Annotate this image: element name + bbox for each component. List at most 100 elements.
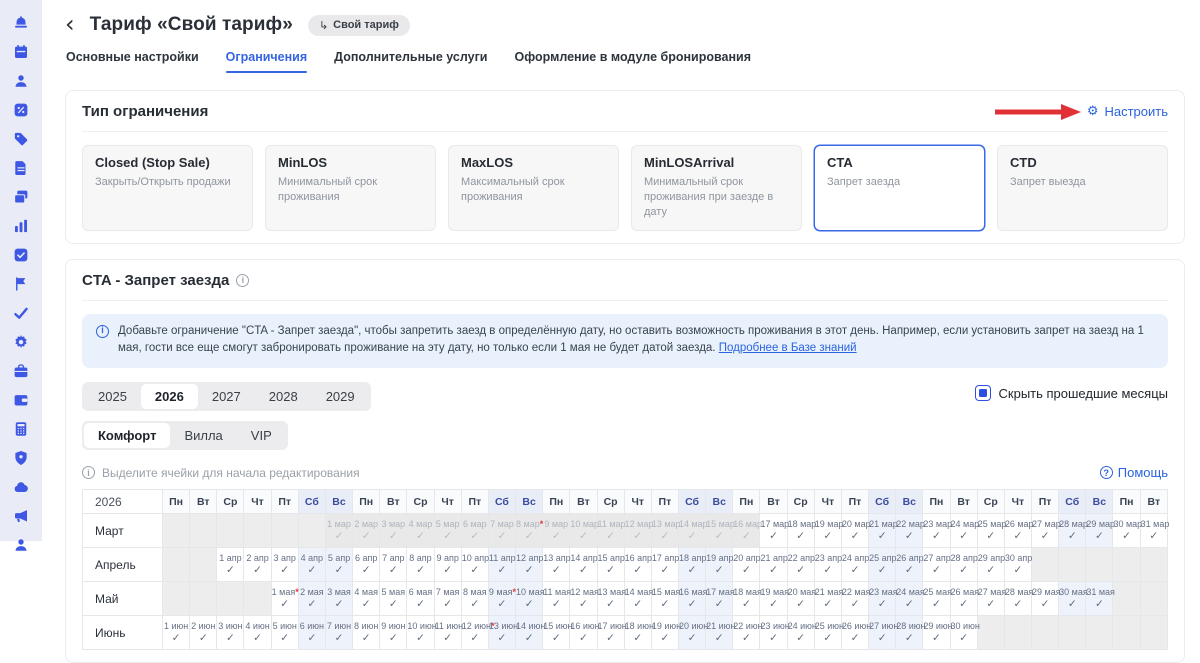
document-icon[interactable] bbox=[11, 158, 31, 178]
calendar-day-cell[interactable]: 3 июн✓ bbox=[217, 616, 244, 650]
calendar-day-cell[interactable]: 16 мар✓ bbox=[733, 514, 760, 548]
calendar-day-cell[interactable]: 14 июн✓ bbox=[516, 616, 543, 650]
megaphone-icon[interactable] bbox=[11, 506, 31, 526]
chart-icon[interactable] bbox=[11, 216, 31, 236]
calendar-day-cell[interactable]: 5 июн✓ bbox=[271, 616, 298, 650]
calendar-day-cell[interactable]: 23 июн✓ bbox=[760, 616, 787, 650]
room-tab-вилла[interactable]: Вилла bbox=[170, 423, 236, 448]
calendar-day-cell[interactable]: 13 апр✓ bbox=[543, 548, 570, 582]
calendar-day-cell[interactable]: 24 июн✓ bbox=[787, 616, 814, 650]
calendar-day-cell[interactable]: 29 июн✓ bbox=[923, 616, 950, 650]
calendar-day-cell[interactable]: 28 мая✓ bbox=[1004, 582, 1031, 616]
briefcase-icon[interactable] bbox=[11, 361, 31, 381]
calendar-day-cell[interactable]: 17 мар✓ bbox=[760, 514, 787, 548]
year-tab-2028[interactable]: 2028 bbox=[255, 384, 312, 409]
calendar-day-cell[interactable]: 10 апр✓ bbox=[461, 548, 488, 582]
calendar-day-cell[interactable]: 27 апр✓ bbox=[923, 548, 950, 582]
calendar-day-cell[interactable]: 2 мая✓ bbox=[298, 582, 325, 616]
calendar-day-cell[interactable]: 15 мая✓ bbox=[651, 582, 678, 616]
calendar-day-cell[interactable]: 31 мая✓ bbox=[1086, 582, 1113, 616]
calendar-day-cell[interactable]: 9 июн✓ bbox=[380, 616, 407, 650]
calendar-day-cell[interactable]: 5 мая✓ bbox=[380, 582, 407, 616]
calendar-day-cell[interactable]: 22 мая✓ bbox=[841, 582, 868, 616]
calendar-day-cell[interactable]: 29 апр✓ bbox=[977, 548, 1004, 582]
calendar-day-cell[interactable]: 7 мар✓ bbox=[488, 514, 515, 548]
calendar-day-cell[interactable]: 19 мая✓ bbox=[760, 582, 787, 616]
calendar-day-cell[interactable]: 25 июн✓ bbox=[814, 616, 841, 650]
tag-icon[interactable] bbox=[11, 129, 31, 149]
knowledge-base-link[interactable]: Подробнее в Базе знаний bbox=[719, 342, 857, 354]
calendar-day-cell[interactable]: 22 апр✓ bbox=[787, 548, 814, 582]
calendar-day-cell[interactable]: 5 мар✓ bbox=[434, 514, 461, 548]
calendar-day-cell[interactable]: 3 мар✓ bbox=[380, 514, 407, 548]
calendar-day-cell[interactable]: 3 мая✓ bbox=[325, 582, 352, 616]
calendar-day-cell[interactable]: 11 мар✓ bbox=[597, 514, 624, 548]
calendar-day-cell[interactable]: 25 апр✓ bbox=[869, 548, 896, 582]
calendar-day-cell[interactable]: 12 мая✓ bbox=[570, 582, 597, 616]
calendar-day-cell[interactable]: 26 мая✓ bbox=[950, 582, 977, 616]
calendar-day-cell[interactable]: 26 июн✓ bbox=[841, 616, 868, 650]
calendar-day-cell[interactable]: 17 июн✓ bbox=[597, 616, 624, 650]
calendar-day-cell[interactable]: 22 июн✓ bbox=[733, 616, 760, 650]
calendar-day-cell[interactable]: 16 апр✓ bbox=[624, 548, 651, 582]
calendar-day-cell[interactable]: 13 мар✓ bbox=[651, 514, 678, 548]
calendar-day-cell[interactable]: 25 мар✓ bbox=[977, 514, 1004, 548]
calendar-day-cell[interactable]: 19 апр✓ bbox=[706, 548, 733, 582]
calendar-day-cell[interactable]: 8 мая✓ bbox=[461, 582, 488, 616]
room-tab-vip[interactable]: VIP bbox=[237, 423, 286, 448]
calendar-day-cell[interactable]: 18 мая✓ bbox=[733, 582, 760, 616]
calendar-day-cell[interactable]: 3 апр✓ bbox=[271, 548, 298, 582]
calendar-day-cell[interactable]: 30 мар✓ bbox=[1113, 514, 1140, 548]
calendar-day-cell[interactable]: 15 апр✓ bbox=[597, 548, 624, 582]
calendar-day-cell[interactable]: 20 июн✓ bbox=[678, 616, 705, 650]
room-tab-комфорт[interactable]: Комфорт bbox=[84, 423, 170, 448]
calendar-day-cell[interactable]: 23 мар✓ bbox=[923, 514, 950, 548]
calendar-day-cell[interactable]: 30 июн✓ bbox=[950, 616, 977, 650]
restriction-card-ctd[interactable]: CTDЗапрет выезда bbox=[997, 145, 1168, 231]
calendar-day-cell[interactable]: 30 мая✓ bbox=[1059, 582, 1086, 616]
calendar-day-cell[interactable]: 14 мая✓ bbox=[624, 582, 651, 616]
calendar-day-cell[interactable]: 14 мар✓ bbox=[678, 514, 705, 548]
back-chevron-icon[interactable]: ‹ bbox=[65, 14, 75, 34]
calendar-day-cell[interactable]: 25 мая✓ bbox=[923, 582, 950, 616]
calendar-day-cell[interactable]: 28 июн✓ bbox=[896, 616, 923, 650]
tab-оформление[interactable]: Оформление в модуле бронирования bbox=[514, 50, 751, 73]
calendar-day-cell[interactable]: 27 мар✓ bbox=[1032, 514, 1059, 548]
cloud-icon[interactable] bbox=[11, 477, 31, 497]
calendar-day-cell[interactable]: 1 мар✓ bbox=[325, 514, 352, 548]
calendar-day-cell[interactable]: 9 апр✓ bbox=[434, 548, 461, 582]
calendar-day-cell[interactable]: 21 мая✓ bbox=[814, 582, 841, 616]
calendar-day-cell[interactable]: 11 мая✓ bbox=[543, 582, 570, 616]
calendar-day-cell[interactable]: 24 мая✓ bbox=[896, 582, 923, 616]
calendar-day-cell[interactable]: 17 мая✓ bbox=[706, 582, 733, 616]
calculator-icon[interactable] bbox=[11, 419, 31, 439]
calendar-day-cell[interactable]: 2 июн✓ bbox=[190, 616, 217, 650]
calendar-day-cell[interactable]: 27 июн✓ bbox=[869, 616, 896, 650]
restriction-card-closed[interactable]: Closed (Stop Sale)Закрыть/Открыть продаж… bbox=[82, 145, 253, 231]
calendar-day-cell[interactable]: 28 апр✓ bbox=[950, 548, 977, 582]
calendar-day-cell[interactable]: 29 мая✓ bbox=[1032, 582, 1059, 616]
calendar-day-cell[interactable]: 14 апр✓ bbox=[570, 548, 597, 582]
calendar-day-cell[interactable]: 6 мар✓ bbox=[461, 514, 488, 548]
calendar-day-cell[interactable]: 22 мар✓ bbox=[896, 514, 923, 548]
calendar-day-cell[interactable]: 6 апр✓ bbox=[353, 548, 380, 582]
cards-icon[interactable] bbox=[11, 187, 31, 207]
calendar-day-cell[interactable]: 12 июн*✓ bbox=[461, 616, 488, 650]
calendar-day-cell[interactable]: 23 мая✓ bbox=[869, 582, 896, 616]
calendar-day-cell[interactable]: 18 июн✓ bbox=[624, 616, 651, 650]
calendar-day-cell[interactable]: 19 мар✓ bbox=[814, 514, 841, 548]
calendar-day-cell[interactable]: 26 апр✓ bbox=[896, 548, 923, 582]
calendar-day-cell[interactable]: 4 мар✓ bbox=[407, 514, 434, 548]
calendar-day-cell[interactable]: 17 апр✓ bbox=[651, 548, 678, 582]
info-icon[interactable]: i bbox=[236, 274, 249, 287]
calendar-day-cell[interactable]: 23 апр✓ bbox=[814, 548, 841, 582]
calendar-day-cell[interactable]: 29 мар✓ bbox=[1086, 514, 1113, 548]
calendar-day-cell[interactable]: 21 апр✓ bbox=[760, 548, 787, 582]
calendar-day-cell[interactable]: 8 июн✓ bbox=[353, 616, 380, 650]
calendar-day-cell[interactable]: 4 июн✓ bbox=[244, 616, 271, 650]
restriction-card-minlos[interactable]: MinLOSМинимальный срок проживания bbox=[265, 145, 436, 231]
calendar-day-cell[interactable]: 16 июн✓ bbox=[570, 616, 597, 650]
calendar-day-cell[interactable]: 20 мая✓ bbox=[787, 582, 814, 616]
flag-icon[interactable] bbox=[11, 274, 31, 294]
calendar-day-cell[interactable]: 9 мая*✓ bbox=[488, 582, 515, 616]
